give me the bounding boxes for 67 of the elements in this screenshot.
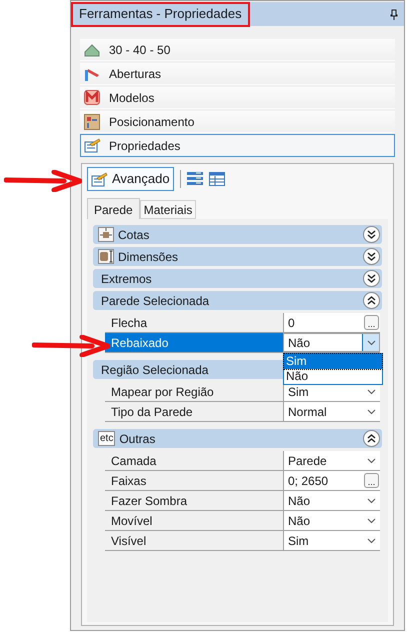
- tab[interactable]: Materiais: [140, 200, 196, 219]
- form-pencil-icon: [91, 172, 108, 186]
- roof-icon: [83, 42, 101, 56]
- property-label[interactable]: Movível: [105, 511, 283, 530]
- nav-item-label: Modelos: [109, 90, 154, 106]
- section-header[interactable]: Extremos: [93, 269, 382, 288]
- pin-icon[interactable]: [390, 8, 398, 20]
- nav-item-label: Posicionamento: [109, 114, 194, 130]
- chevrons-down-icon: [367, 230, 376, 239]
- property-label[interactable]: Fazer Sombra: [105, 491, 283, 510]
- letter-m-icon: [83, 90, 101, 105]
- nav-item-label: 30 - 40 - 50: [109, 42, 170, 58]
- property-value-field[interactable]: 0; 2650 ...: [283, 471, 380, 490]
- property-value-field[interactable]: 0 ...: [283, 313, 380, 332]
- expand-button[interactable]: [363, 226, 380, 243]
- tab[interactable]: Parede: [87, 198, 140, 219]
- chevrons-up-icon: [367, 296, 376, 305]
- chevrons-up-icon: [367, 434, 376, 443]
- property-value-field[interactable]: Não: [283, 511, 380, 530]
- ellipsis-button[interactable]: ...: [364, 315, 379, 330]
- property-value-field[interactable]: Não: [283, 333, 380, 352]
- list-view-icon[interactable]: [186, 172, 203, 186]
- form-pencil-icon: [83, 138, 101, 153]
- section-title: Parede Selecionada: [100, 292, 210, 310]
- section-header[interactable]: etc Outras: [93, 429, 382, 448]
- chevrons-down-icon: [367, 252, 376, 261]
- dropdown-option[interactable]: Sim: [284, 354, 382, 369]
- property-label[interactable]: Camada: [105, 451, 283, 470]
- panel-title: Ferramentas - Propriedades: [71, 2, 250, 26]
- section-header[interactable]: Dimensões: [93, 247, 382, 266]
- table-view-icon[interactable]: [208, 172, 225, 186]
- etc-icon: etc: [98, 431, 116, 446]
- property-value-field[interactable]: Não: [283, 491, 380, 510]
- nav-item[interactable]: 30 - 40 - 50: [80, 38, 395, 61]
- ellipsis-button[interactable]: ...: [364, 473, 379, 488]
- property-label[interactable]: Rebaixado: [105, 333, 283, 352]
- section-header[interactable]: Parede Selecionada: [93, 291, 382, 310]
- advanced-button[interactable]: Avançado: [87, 167, 174, 191]
- nav-item[interactable]: Propriedades: [80, 134, 395, 157]
- chevrons-down-icon: [367, 274, 376, 283]
- dropdown-caret-icon[interactable]: [362, 334, 379, 351]
- property-value-field[interactable]: Parede: [283, 451, 380, 470]
- collapse-button[interactable]: [363, 430, 380, 447]
- section-title: Cotas: [118, 226, 150, 244]
- property-label[interactable]: Faixas: [105, 471, 283, 490]
- section-title: Outras: [119, 430, 156, 448]
- nav-item-label: Propriedades: [109, 138, 180, 154]
- expand-button[interactable]: [363, 270, 380, 287]
- collapse-button[interactable]: [363, 292, 380, 309]
- nav-item[interactable]: Posicionamento: [80, 110, 395, 133]
- property-label[interactable]: Flecha: [105, 313, 283, 332]
- property-value-field[interactable]: Sim: [283, 531, 380, 550]
- grid-board-icon: [83, 114, 101, 130]
- property-label[interactable]: Visível: [105, 531, 283, 550]
- property-label[interactable]: Mapear por Região: [105, 382, 283, 401]
- nav-item[interactable]: Aberturas: [80, 62, 395, 85]
- nav-item-label: Aberturas: [109, 66, 162, 82]
- section-title: Região Selecionada: [100, 362, 208, 378]
- section-title: Extremos: [100, 270, 152, 288]
- section-header[interactable]: Cotas: [93, 225, 382, 244]
- section-title: Dimensões: [118, 248, 178, 266]
- property-label[interactable]: Tipo da Parede: [105, 402, 283, 421]
- property-value-field[interactable]: Normal: [283, 402, 380, 421]
- measure-icon: [98, 227, 114, 242]
- nav-item[interactable]: Modelos: [80, 86, 395, 109]
- expand-button[interactable]: [363, 248, 380, 265]
- dimension-icon: [98, 249, 114, 264]
